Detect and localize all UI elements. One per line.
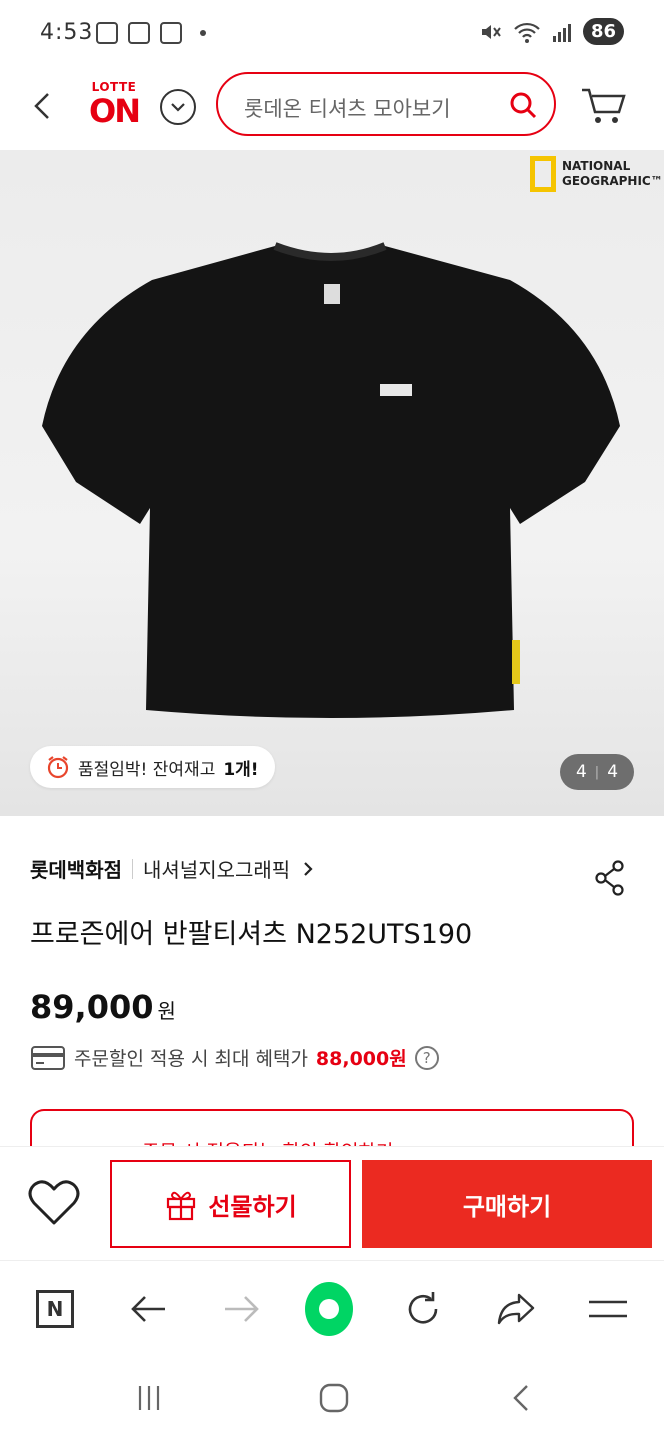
home-icon: [319, 1383, 349, 1413]
store-name: 롯데백화점: [30, 858, 122, 882]
page-total: 4: [607, 762, 619, 782]
product-price: 89,000: [30, 988, 154, 1026]
gift-button[interactable]: 선물하기: [110, 1160, 351, 1248]
help-icon[interactable]: ?: [414, 1045, 439, 1070]
recent-apps-icon: [138, 1386, 160, 1410]
national-geographic-logo: NATIONAL GEOGRAPHIC™: [530, 156, 663, 192]
natgeo-logo-text: NATIONAL GEOGRAPHIC™: [562, 159, 663, 189]
store-brand-row[interactable]: 롯데백화점 내셔널지오그래픽: [30, 854, 314, 883]
natgeo-line1: NATIONAL: [562, 159, 631, 173]
status-notification-icons: [96, 22, 206, 44]
cart-icon[interactable]: [580, 86, 626, 126]
page-separator: |: [594, 764, 600, 780]
home-button[interactable]: [314, 1378, 354, 1418]
signal-icon: [552, 23, 571, 42]
wifi-icon: [514, 22, 540, 43]
natgeo-yellow-frame: [530, 156, 556, 192]
chevron-right-icon: [304, 861, 313, 876]
purchase-bar: 선물하기 구매하기: [0, 1146, 664, 1260]
share-page-button[interactable]: [492, 1285, 540, 1333]
reload-icon: [408, 1292, 438, 1324]
pay-notification-icon: [160, 22, 182, 44]
battery-indicator: 86: [582, 18, 624, 45]
hamburger-menu-icon: [589, 1300, 627, 1318]
green-dot-icon: [305, 1282, 353, 1336]
stock-count: 1개!: [223, 759, 259, 780]
browser-back-button[interactable]: [125, 1285, 173, 1333]
credit-card-icon: [31, 1045, 65, 1070]
naver-n-icon: N: [36, 1290, 74, 1328]
android-navigation-bar: [0, 1356, 664, 1440]
calendar-notification-icon: [128, 22, 150, 44]
product-title: 프로즌에어 반팔티셔츠 N252UTS190: [30, 919, 473, 950]
buy-button-label: 구매하기: [462, 1192, 552, 1221]
system-back-icon: [513, 1385, 528, 1411]
gift-button-label: 선물하기: [208, 1192, 297, 1221]
gallery-notification-icon: [96, 22, 118, 44]
store-divider: [132, 858, 133, 879]
benefit-price-row: 주문할인 적용 시 최대 혜택가 88,000원 ?: [30, 1044, 439, 1071]
status-bar: 4:53 86: [0, 0, 664, 70]
arrow-left-icon: [131, 1296, 165, 1322]
price-row: 89,000 원: [30, 988, 176, 1026]
search-placeholder: 롯데온 티셔츠 모아보기: [244, 97, 451, 121]
price-unit: 원: [157, 999, 176, 1023]
alarm-clock-icon: [47, 756, 69, 779]
arrow-right-icon: [225, 1296, 259, 1322]
page-current: 4: [575, 762, 587, 782]
logo-main-text: ON: [89, 92, 141, 130]
browser-menu-button[interactable]: [584, 1285, 632, 1333]
browser-toolbar: N: [0, 1260, 664, 1356]
brand-link[interactable]: 내셔널지오그래픽: [143, 854, 290, 883]
naver-home-button[interactable]: N: [31, 1285, 79, 1333]
category-dropdown-button[interactable]: [160, 89, 196, 125]
buy-button[interactable]: 구매하기: [362, 1160, 652, 1248]
status-system-icons: 86: [479, 18, 624, 45]
share-arrow-icon: [497, 1293, 535, 1325]
wishlist-heart-button[interactable]: [26, 1177, 82, 1229]
search-input[interactable]: 롯데온 티셔츠 모아보기: [216, 72, 556, 136]
low-stock-badge: 품절임박! 잔여재고 1개!: [30, 746, 275, 788]
natgeo-line2: GEOGRAPHIC™: [562, 174, 663, 188]
recent-apps-button[interactable]: [129, 1378, 169, 1418]
browser-forward-button[interactable]: [217, 1285, 265, 1333]
mute-icon: [481, 24, 501, 39]
lotte-on-logo[interactable]: LOTTE ON: [84, 80, 144, 136]
benefit-price: 88,000원: [315, 1048, 407, 1070]
gift-icon: [167, 1191, 196, 1221]
app-header: LOTTE ON 롯데온 티셔츠 모아보기: [0, 70, 664, 150]
reload-button[interactable]: [399, 1285, 447, 1333]
back-button[interactable]: [28, 90, 60, 122]
share-icon[interactable]: [594, 860, 626, 896]
benefit-text: 주문할인 적용 시 최대 혜택가: [74, 1048, 308, 1070]
more-notifications-icon: [200, 30, 206, 36]
green-dot-button[interactable]: [305, 1282, 353, 1336]
chevron-down-icon: [171, 103, 185, 112]
stock-warning-text: 품절임박! 잔여재고: [78, 759, 216, 780]
system-back-button[interactable]: [501, 1378, 541, 1418]
image-page-counter: 4 | 4: [560, 754, 634, 790]
black-tshirt-image: [42, 242, 620, 718]
status-time: 4:53: [40, 20, 94, 45]
search-icon[interactable]: [508, 90, 538, 120]
